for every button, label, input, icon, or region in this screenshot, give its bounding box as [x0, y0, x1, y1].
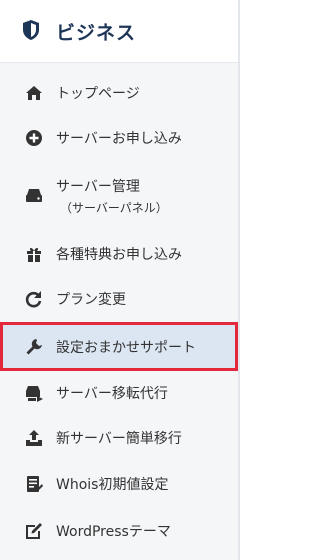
sidebar-item-server-order[interactable]: サーバーお申し込み [0, 116, 238, 160]
server-icon [25, 186, 43, 204]
sidebar-item-server-transfer[interactable]: サーバー移転代行 [0, 371, 238, 415]
sidebar-item-label: サーバーお申し込み [56, 131, 182, 147]
sidebar-item-server-management[interactable]: サーバー管理 （サーバーパネル） [0, 160, 238, 234]
sidebar: ビジネス トップページ サーバーお申し込み サーバー管理 （サーバーパネル） 各… [0, 0, 240, 560]
upload-icon [25, 429, 43, 447]
sidebar-item-label: プラン変更 [56, 292, 126, 308]
sidebar-item-label: 各種特典お申し込み [56, 247, 182, 263]
sidebar-item-sublabel: （サーバーパネル） [60, 201, 168, 215]
sidebar-item-setup-support[interactable]: 設定おまかせサポート [0, 322, 238, 371]
sidebar-item-wordpress-theme[interactable]: WordPressテーマ [0, 507, 238, 557]
sidebar-item-benefits[interactable]: 各種特典お申し込み [0, 234, 238, 276]
sidebar-item-top-page[interactable]: トップページ [0, 70, 238, 116]
shield-icon [22, 19, 40, 41]
sidebar-item-whois[interactable]: Whois初期値設定 [0, 461, 238, 507]
sidebar-item-label: サーバー移転代行 [56, 386, 168, 402]
sidebar-item-plan-change[interactable]: プラン変更 [0, 276, 238, 322]
home-icon [25, 84, 43, 102]
gift-icon [25, 245, 43, 263]
refresh-icon [25, 290, 43, 308]
sidebar-item-label: WordPressテーマ [56, 524, 171, 540]
sidebar-item-label: Whois初期値設定 [56, 477, 169, 493]
brand-title: ビジネス [56, 22, 137, 44]
brand-header[interactable]: ビジネス [0, 0, 238, 63]
sidebar-item-label: サーバー管理 [56, 179, 140, 195]
plus-circle-icon [25, 129, 43, 147]
server-transfer-icon [25, 384, 43, 402]
document-edit-icon [25, 475, 43, 493]
wrench-icon [25, 338, 43, 356]
sidebar-item-label: トップページ [56, 86, 140, 102]
sidebar-item-label: 新サーバー簡単移行 [56, 431, 182, 447]
sidebar-item-easy-migration[interactable]: 新サーバー簡単移行 [0, 415, 238, 461]
sidebar-item-label: 設定おまかせサポート [56, 340, 196, 356]
edit-box-icon [25, 522, 43, 540]
